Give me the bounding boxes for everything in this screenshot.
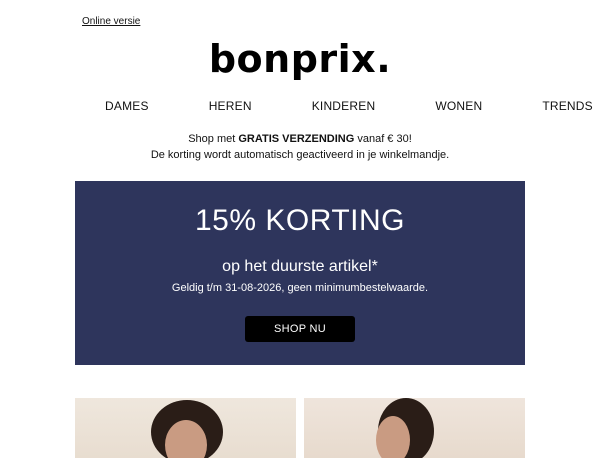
online-version-link[interactable]: Online versie bbox=[82, 16, 140, 27]
shop-now-button[interactable]: SHOP NU bbox=[245, 316, 355, 342]
discount-banner[interactable]: 15% KORTING op het duurste artikel* Geld… bbox=[75, 181, 525, 365]
promo-suffix: vanaf € 30! bbox=[354, 133, 412, 145]
nav-item-wonen[interactable]: WONEN bbox=[405, 99, 512, 113]
shipping-promo-line: Shop met GRATIS VERZENDING vanaf € 30! bbox=[0, 131, 600, 147]
banner-title: 15% KORTING bbox=[194, 204, 405, 237]
nav-item-heren[interactable]: HEREN bbox=[179, 99, 282, 113]
main-navigation: DAMES HEREN KINDEREN WONEN TRENDS bbox=[75, 99, 593, 113]
bonprix-logo[interactable]: bonprix. bbox=[0, 36, 600, 82]
product-image-right[interactable] bbox=[304, 398, 525, 458]
discount-note: De korting wordt automatisch geactiveerd… bbox=[150, 149, 450, 161]
promo-prefix: Shop met bbox=[188, 133, 239, 145]
shipping-promo: Shop met GRATIS VERZENDING vanaf € 30! D… bbox=[0, 131, 600, 163]
nav-item-trends[interactable]: TRENDS bbox=[512, 99, 600, 113]
nav-item-kinderen[interactable]: KINDEREN bbox=[282, 99, 406, 113]
banner-subtitle: op het duurste artikel* bbox=[222, 258, 378, 275]
model-face bbox=[376, 416, 410, 458]
product-image-left[interactable] bbox=[75, 398, 296, 458]
banner-terms: Geldig t/m 31-08-2026, geen minimumbeste… bbox=[171, 282, 429, 294]
promo-free-shipping: GRATIS VERZENDING bbox=[238, 133, 355, 145]
nav-item-dames[interactable]: DAMES bbox=[75, 99, 179, 113]
